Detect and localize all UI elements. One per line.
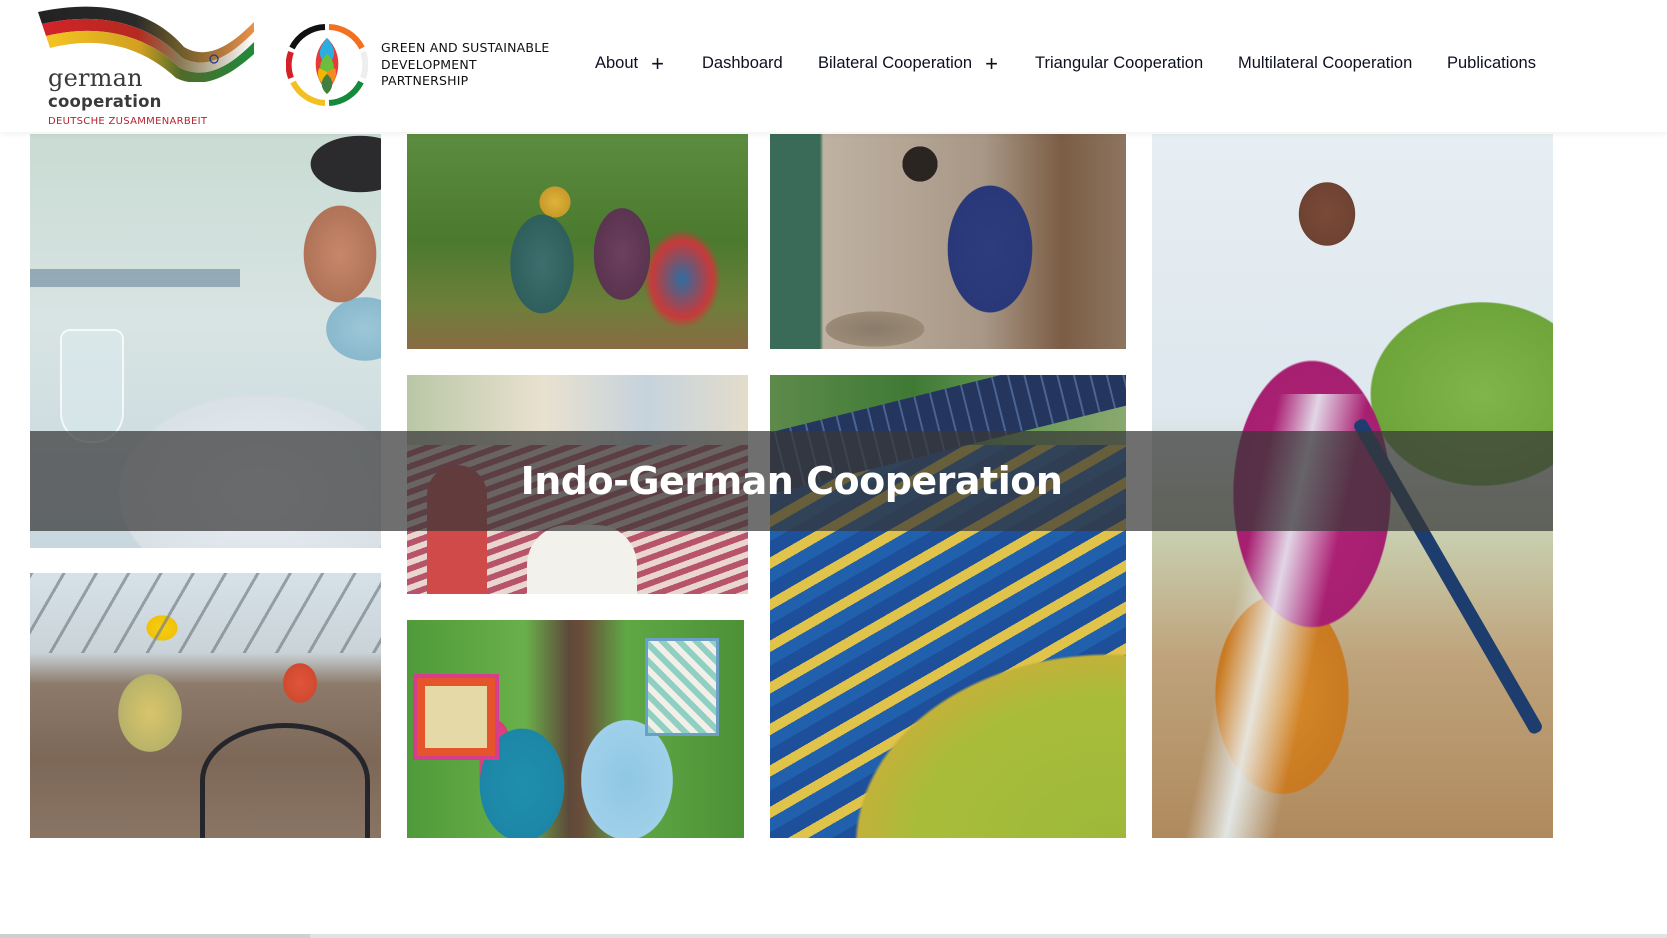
nav-item-bilateral-cooperation[interactable]: Bilateral Cooperation +: [818, 52, 998, 74]
nav-item-dashboard[interactable]: Dashboard: [702, 54, 783, 73]
nav-label-about: About: [595, 54, 639, 72]
gsdp-line-1: GREEN AND SUSTAINABLE: [381, 40, 550, 55]
scrollbar-thumb[interactable]: [0, 934, 310, 938]
gsdp-leaf-logo-icon[interactable]: [286, 24, 368, 106]
gsdp-logo-text: GREEN AND SUSTAINABLE DEVELOPMENT PARTNE…: [381, 40, 549, 90]
quilt-left: [413, 674, 499, 760]
nav-item-multilateral-cooperation[interactable]: Multilateral Cooperation: [1238, 54, 1412, 73]
nav-item-publications[interactable]: Publications: [1447, 54, 1536, 73]
photo-solar-farm-worker: [30, 573, 381, 838]
nav-label-bilateral: Bilateral Cooperation: [818, 54, 973, 72]
hero-title: Indo-German Cooperation: [520, 459, 1063, 503]
nav-item-triangular-cooperation[interactable]: Triangular Cooperation: [1035, 54, 1203, 73]
solar-frame: [30, 573, 381, 653]
nav-label-multilateral: Multilateral Cooperation: [1238, 54, 1413, 72]
logo-tagline: DEUTSCHE ZUSAMMENARBEIT: [48, 116, 208, 127]
gsdp-line-3: PARTNERSHIP: [381, 73, 469, 88]
flask-shape: [60, 329, 124, 443]
photo-women-textiles: [407, 620, 744, 838]
logo-text-german: german: [48, 64, 143, 92]
nav-label-triangular: Triangular Cooperation: [1035, 54, 1204, 72]
nav-label-publications: Publications: [1447, 54, 1536, 72]
hero-title-banner: Indo-German Cooperation: [30, 431, 1553, 531]
plus-icon[interactable]: +: [985, 52, 998, 74]
hero-photo-grid: [0, 132, 1667, 938]
photo-woman-sieving: [770, 134, 1126, 349]
nav-label-dashboard: Dashboard: [702, 54, 783, 72]
german-cooperation-logo[interactable]: german cooperation DEUTSCHE ZUSAMMENARBE…: [34, 2, 259, 130]
horizontal-scrollbar[interactable]: [0, 934, 1667, 938]
lab-shelf: [30, 269, 240, 287]
site-header: german cooperation DEUTSCHE ZUSAMMENARBE…: [0, 0, 1667, 132]
plus-icon[interactable]: +: [651, 52, 664, 74]
gsdp-line-2: DEVELOPMENT: [381, 56, 477, 72]
logo-text-cooperation: cooperation: [48, 92, 162, 111]
drip-hose: [200, 723, 370, 838]
photo-women-planting: [407, 134, 748, 349]
nav-item-about[interactable]: About +: [595, 52, 664, 74]
quilt-right: [645, 638, 719, 736]
meeting-person: [527, 525, 637, 594]
